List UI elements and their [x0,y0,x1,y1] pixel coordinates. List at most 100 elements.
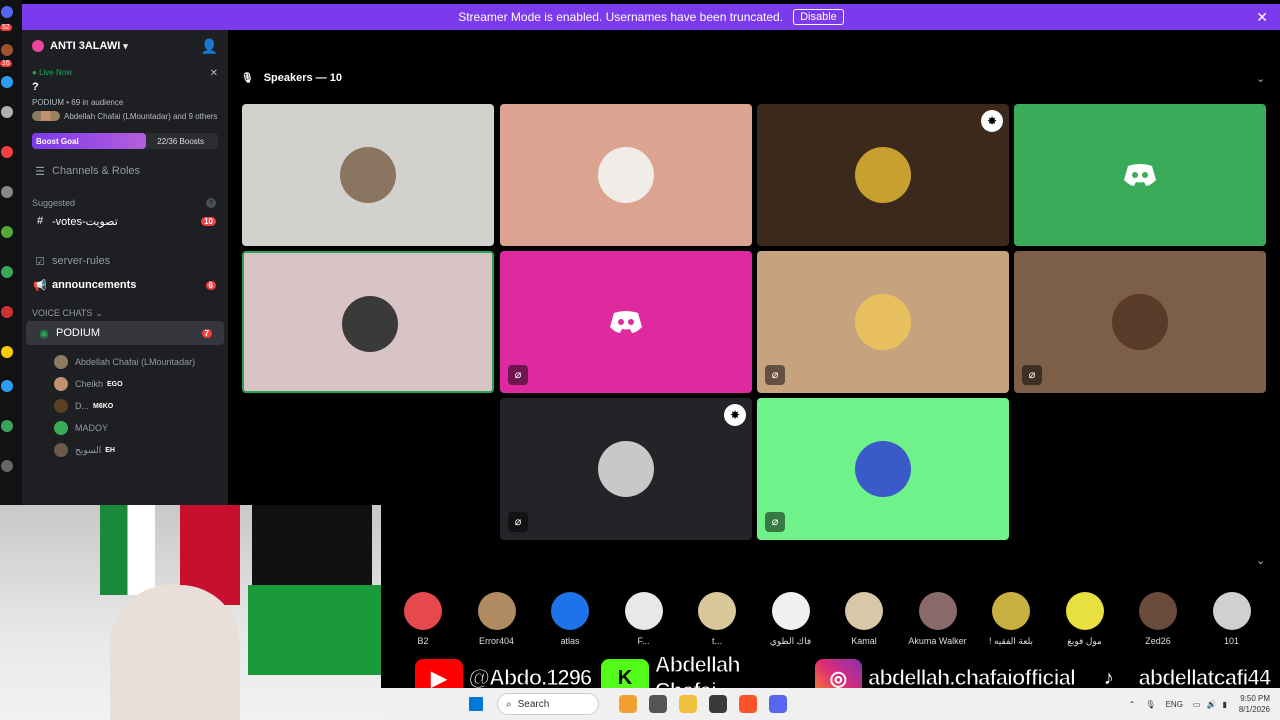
server-icon[interactable] [1,146,13,158]
server-icon[interactable] [1,44,13,56]
audience-member-name: 101 [1223,636,1240,646]
audience-member[interactable]: B2 [393,592,453,646]
avatar [771,592,810,630]
audience-member[interactable]: t... [687,592,747,646]
speaker-tile[interactable] [242,104,494,246]
server-rail[interactable]: 52 16 [0,0,22,505]
server-icon[interactable] [1,76,13,88]
disable-button[interactable]: Disable [793,9,844,25]
server-icon[interactable] [1,6,13,18]
channel-podium-label: PODIUM [56,327,100,339]
member-item[interactable]: Abdellah Chafai (LMountadar) [22,351,228,373]
taskbar-app-icon[interactable] [649,695,667,713]
chevron-down-icon[interactable]: ⌄ [1256,554,1265,567]
voice-chats-header[interactable]: VOICE CHATS ⌄ [22,305,228,321]
server-icon[interactable] [1,226,13,238]
audience-member[interactable]: Error404 [467,592,527,646]
channel-podium[interactable]: ◉ PODIUM 7 [26,321,224,345]
server-header[interactable]: ANTI 3ALAWI ▾ 👤 [22,30,228,62]
chevron-up-icon[interactable]: ⌃ [1129,700,1136,709]
moderator-icon: ✸ [981,110,1003,132]
speaker-tile[interactable] [1014,104,1266,246]
member-item[interactable]: D... M6KO [22,395,228,417]
clock-date: 8/1/2026 [1238,705,1270,714]
speaker-tile[interactable]: ⌀ [757,398,1009,540]
boost-count: 22/36 Boosts [157,136,204,146]
speaker-tile[interactable]: ✸ ⌀ [500,398,752,540]
speaker-tile[interactable] [242,251,494,393]
speaker-tile[interactable]: ⌀ [1014,251,1266,393]
channel-sidebar: ANTI 3ALAWI ▾ 👤 ● Live Now ✕ ? PODIUM • … [22,30,228,505]
channel-server-rules[interactable]: ☑ server-rules [22,251,228,271]
server-icon[interactable] [1,186,13,198]
audience-member[interactable]: Kamal [834,592,894,646]
discord-logo-icon [1124,164,1156,186]
server-icon[interactable] [1,460,13,472]
rules-icon: ☑ [35,255,45,268]
taskbar-app-icon[interactable] [709,695,727,713]
live-stage-card[interactable]: ● Live Now ✕ ? PODIUM • 69 in audience A… [22,62,228,121]
audience-member[interactable]: فاك الطوي [761,592,821,647]
clock[interactable]: 9:50 PM 8/1/2026 [1239,693,1270,715]
audience-member-name: Zed26 [1145,636,1171,646]
moderator-icon: ✸ [724,404,746,426]
folder-icon[interactable] [679,695,697,713]
network-icon[interactable]: ▭ [1193,700,1201,709]
close-icon[interactable]: ✕ [1256,9,1268,26]
audience-member[interactable]: مول فوبغ [1055,592,1115,647]
audience-member[interactable]: F... [614,592,674,646]
avatar [54,355,68,369]
chevron-down-icon[interactable]: ⌄ [1256,72,1265,85]
audience-member[interactable]: ! بلعة الفقيه [981,592,1041,647]
unread-badge: 52 [0,24,12,31]
close-icon[interactable]: ✕ [210,68,218,79]
audience-member[interactable]: 101 [1202,592,1262,646]
avatar [54,443,68,457]
microphone-icon[interactable]: 🎙 [1145,700,1155,709]
avatar [477,592,516,630]
system-tray: ⌃ 🎙 ENG ▭ 🔊 ▮ 9:50 PM 8/1/2026 [1129,693,1270,715]
channel-server-rules-label: server-rules [52,255,111,267]
server-icon[interactable] [1,106,13,118]
speaker-tile[interactable]: ⌀ [500,251,752,393]
avatar [1112,294,1168,350]
volume-icon[interactable]: 🔊 [1206,700,1216,709]
speaker-tile[interactable]: ✸ [757,104,1009,246]
add-user-icon[interactable]: 👤 [201,38,218,55]
stage-icon: ◉ [39,327,49,340]
discord-logo-icon [610,311,642,333]
voice-chats-label: VOICE CHATS [32,308,93,318]
server-icon[interactable] [1,420,13,432]
server-icon[interactable] [1,266,13,278]
audience-member[interactable]: atlas [540,592,600,646]
server-icon[interactable] [1,306,13,318]
battery-icon[interactable]: ▮ [1222,700,1226,709]
banner-text: Streamer Mode is enabled. Usernames have… [458,10,784,24]
megaphone-icon: 📢 [33,279,47,292]
speaker-tile[interactable] [500,104,752,246]
taskbar-search[interactable]: ⌕ Search [497,693,599,715]
taskbar-app-icon[interactable] [619,695,637,713]
avatar [340,147,396,203]
member-item[interactable]: MADOY [22,417,228,439]
language-indicator[interactable]: ENG [1166,700,1183,709]
muted-icon: ⌀ [1022,365,1042,385]
channel-votes[interactable]: # -votes-تصويت 10 [22,211,228,231]
speaker-tile[interactable]: ⌀ [757,251,1009,393]
boost-goal-bar[interactable]: Boost Goal 22/36 Boosts [32,133,218,149]
dismiss-icon[interactable]: ✕ [206,198,216,208]
server-icon[interactable] [1,380,13,392]
channels-roles[interactable]: ☰ Channels & Roles [22,161,228,181]
windows-start-icon[interactable] [469,697,483,711]
speakers-label: Speakers — 10 [263,72,342,84]
brave-icon[interactable] [739,695,757,713]
audience-member[interactable]: Akuma Walker [908,592,968,646]
member-item[interactable]: السويح EH [22,439,228,461]
discord-icon[interactable] [769,695,787,713]
member-tag: EH [105,446,115,454]
channel-announcements[interactable]: 📢 announcements 6 [22,275,228,295]
stage-info: PODIUM • 69 in audience [32,98,124,107]
server-icon[interactable] [1,346,13,358]
member-item[interactable]: Cheikh EGO [22,373,228,395]
audience-member[interactable]: Zed26 [1128,592,1188,646]
